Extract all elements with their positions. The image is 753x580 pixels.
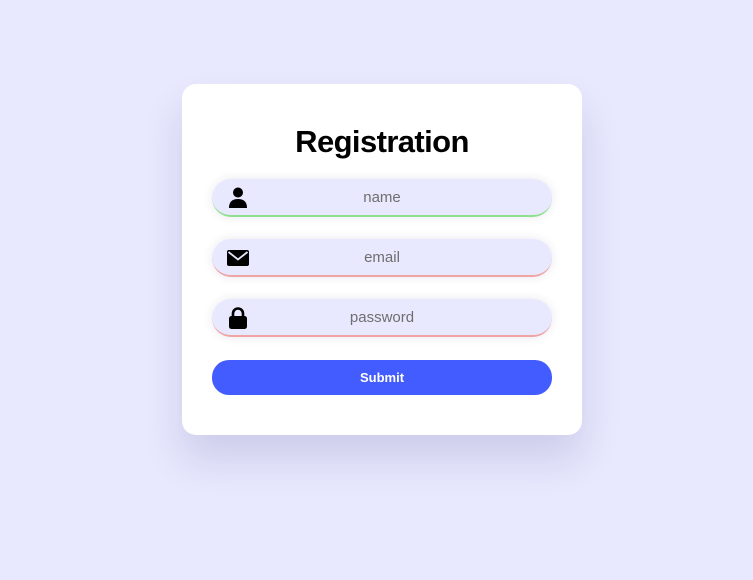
name-field-wrapper	[212, 179, 552, 217]
submit-button[interactable]: Submit	[212, 360, 552, 395]
registration-card: Registration Submit	[182, 84, 582, 435]
email-input[interactable]	[212, 239, 552, 275]
password-input[interactable]	[212, 299, 552, 335]
email-field-wrapper	[212, 239, 552, 277]
name-input[interactable]	[212, 179, 552, 215]
password-field-wrapper	[212, 299, 552, 337]
form-title: Registration	[295, 124, 469, 159]
